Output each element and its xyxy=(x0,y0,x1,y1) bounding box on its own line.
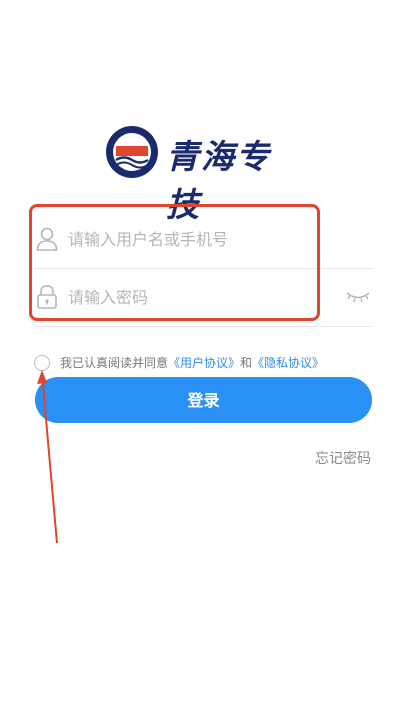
login-button[interactable]: 登录 xyxy=(35,377,372,423)
lock-icon xyxy=(37,285,57,309)
agreement-prefix: 我已认真阅读并同意 xyxy=(60,356,169,370)
username-input[interactable] xyxy=(66,222,340,256)
agreement-and: 和 xyxy=(240,356,253,370)
eye-closed-icon[interactable] xyxy=(346,290,370,304)
agreement-checkbox[interactable] xyxy=(34,355,50,371)
password-input[interactable] xyxy=(66,280,340,314)
password-field[interactable] xyxy=(34,268,372,327)
username-field[interactable] xyxy=(34,210,372,269)
logo-emblem-icon xyxy=(106,126,158,178)
forgot-password-link[interactable]: 忘记密码 xyxy=(315,448,371,468)
user-icon xyxy=(36,227,58,251)
agreement-row: 我已认真阅读并同意《用户协议》和《隐私协议》 xyxy=(34,355,374,373)
app-logo: 青海专技 xyxy=(104,124,304,224)
agreement-text: 我已认真阅读并同意《用户协议》和《隐私协议》 xyxy=(60,355,324,372)
privacy-policy-link[interactable]: 《隐私协议》 xyxy=(252,356,324,370)
user-agreement-link[interactable]: 《用户协议》 xyxy=(168,356,240,370)
